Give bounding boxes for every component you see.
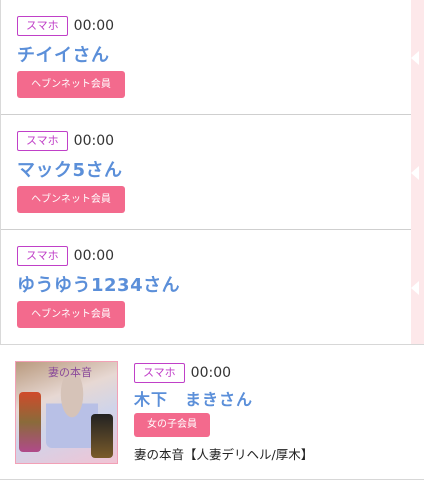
visitor-name[interactable]: ゆうゆう1234さん — [17, 271, 180, 297]
thumbnail-logo: 妻の本音 — [48, 366, 92, 379]
device-badge: スマホ — [17, 246, 68, 266]
visit-time: 00:00 — [73, 18, 115, 34]
visit-time: 00:00 — [190, 365, 232, 381]
rail-arrow-icon — [411, 51, 419, 65]
visitor-name[interactable]: チイイさん — [17, 41, 110, 67]
entry-meta: スマホ 00:00 — [17, 246, 114, 266]
visitor-entry[interactable]: スマホ 00:00 マック5さん ヘブンネット会員 — [1, 115, 412, 230]
device-badge: スマホ — [134, 363, 185, 383]
girl-name[interactable]: 木下 まきさん — [134, 386, 253, 410]
visit-time: 00:00 — [73, 133, 115, 149]
decoration-graphic — [91, 414, 113, 458]
visitor-list: スマホ 00:00 チイイさん ヘブンネット会員 スマホ 00:00 マック5さ… — [0, 0, 412, 344]
entry-meta: スマホ 00:00 — [17, 16, 114, 36]
rail-arrow-icon — [411, 166, 419, 180]
visit-time: 00:00 — [73, 248, 115, 264]
rail-arrow-icon — [411, 281, 419, 295]
member-type-badge: ヘブンネット会員 — [17, 71, 125, 98]
entry-meta: スマホ 00:00 — [17, 131, 114, 151]
visitor-entry[interactable]: スマホ 00:00 チイイさん ヘブンネット会員 — [1, 0, 412, 115]
entry-meta: スマホ 00:00 — [134, 363, 231, 383]
visitor-entry[interactable]: スマホ 00:00 ゆうゆう1234さん ヘブンネット会員 — [1, 230, 412, 344]
device-badge: スマホ — [17, 131, 68, 151]
member-type-badge: ヘブンネット会員 — [17, 301, 125, 328]
shop-name[interactable]: 妻の本音【人妻デリヘル/厚木】 — [134, 444, 313, 463]
girl-thumbnail[interactable]: 妻の本音 — [15, 361, 118, 464]
member-type-badge: ヘブンネット会員 — [17, 186, 125, 213]
member-type-badge: 女の子会員 — [134, 413, 210, 437]
visitor-name[interactable]: マック5さん — [17, 156, 123, 182]
decoration-graphic — [19, 392, 41, 452]
girl-visitor-entry[interactable]: 妻の本音 スマホ 00:00 木下 まきさん 女の子会員 妻の本音【人妻デリヘル… — [0, 344, 424, 480]
device-badge: スマホ — [17, 16, 68, 36]
